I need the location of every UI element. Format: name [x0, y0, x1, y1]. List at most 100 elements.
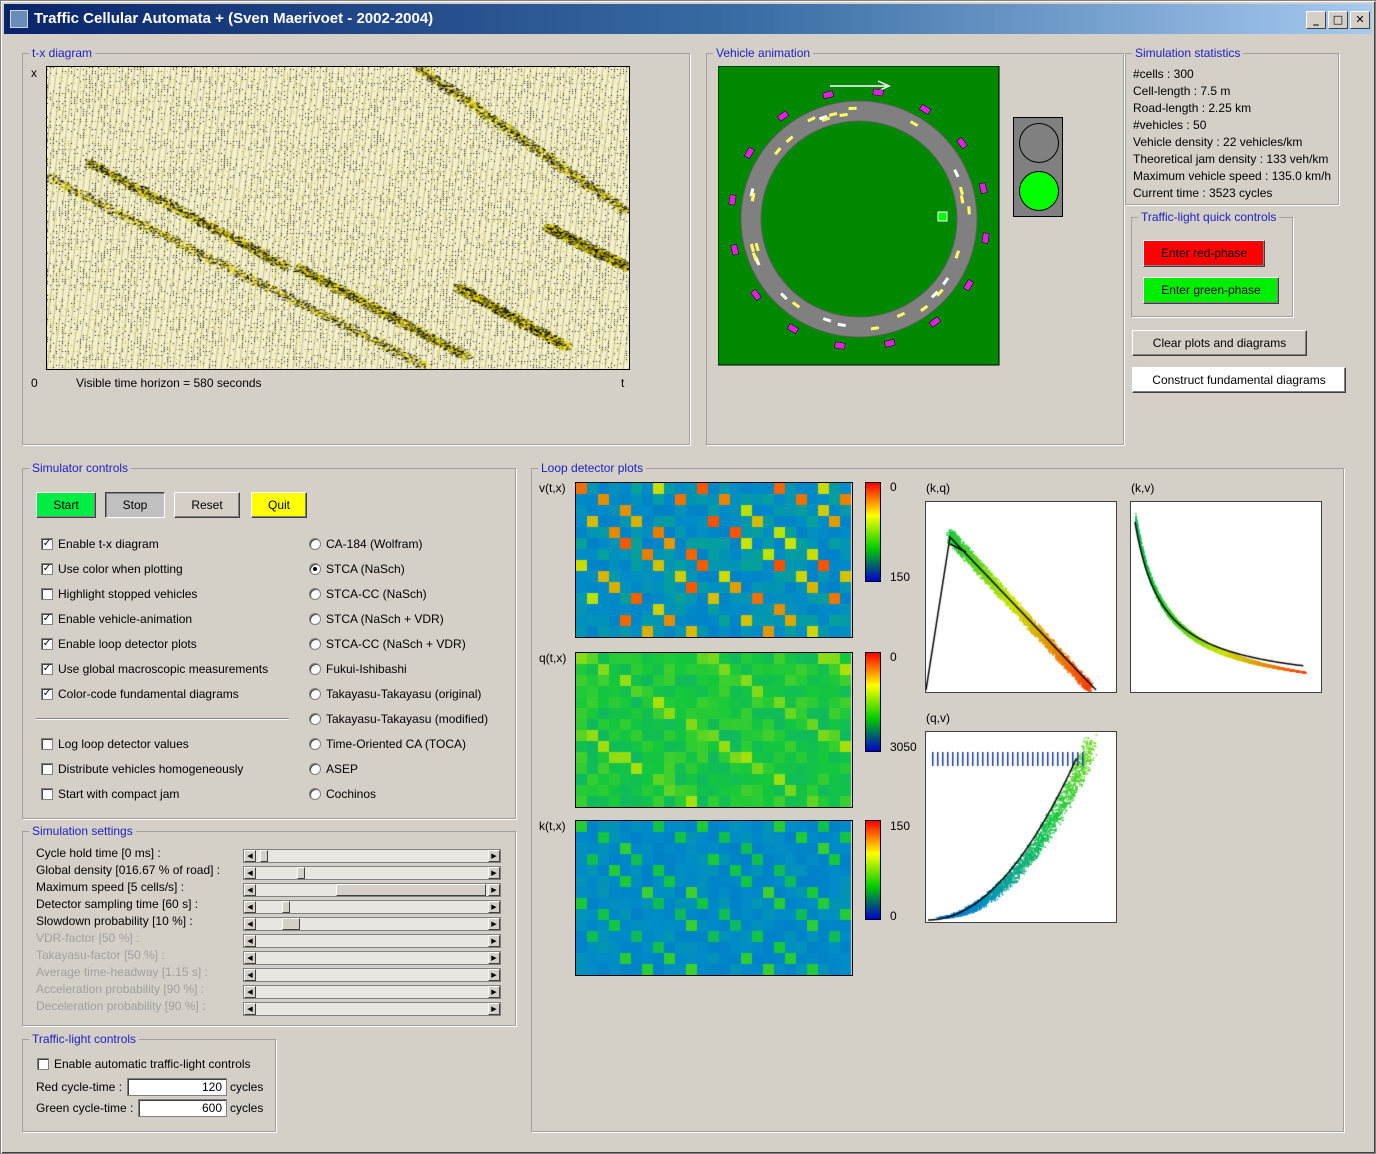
option-checkbox[interactable] — [41, 588, 53, 600]
quit-button[interactable]: Quit — [251, 492, 307, 518]
kv-plot-label: (k,v) — [1131, 481, 1155, 495]
clear-plots-button[interactable]: Clear plots and diagrams — [1132, 330, 1307, 356]
option-checkbox[interactable]: ✓ — [41, 563, 53, 575]
slider-right-arrow-icon[interactable]: ▶ — [488, 918, 500, 930]
title-bar[interactable]: Traffic Cellular Automata + (Sven Maeriv… — [4, 4, 1372, 34]
setting-slider[interactable]: ◀ ▶ — [243, 951, 501, 965]
option-label: Use color when plotting — [58, 562, 183, 576]
enter-red-phase-button[interactable]: Enter red-phase — [1143, 240, 1265, 267]
slider-left-arrow-icon[interactable]: ◀ — [244, 901, 256, 913]
option-checkbox[interactable]: ✓ — [41, 663, 53, 675]
model-radio[interactable] — [309, 538, 321, 550]
separator — [36, 718, 289, 720]
model-radio[interactable] — [309, 763, 321, 775]
slider-right-arrow-icon[interactable]: ▶ — [488, 952, 500, 964]
model-label: STCA (NaSch + VDR) — [326, 612, 444, 626]
slider-left-arrow-icon[interactable]: ◀ — [244, 884, 256, 896]
option-checkbox[interactable] — [41, 788, 53, 800]
qv-fundamental-diagram — [925, 731, 1117, 923]
close-button[interactable]: ✕ — [1350, 11, 1370, 29]
t-axis-label: t — [621, 376, 625, 390]
slider-right-arrow-icon[interactable]: ▶ — [488, 969, 500, 981]
q-plot-label: q(t,x) — [539, 651, 567, 665]
slider-left-arrow-icon[interactable]: ◀ — [244, 918, 256, 930]
model-radio[interactable] — [309, 688, 321, 700]
slider-thumb[interactable] — [282, 901, 290, 913]
model-radio[interactable] — [309, 613, 321, 625]
model-radio[interactable] — [309, 638, 321, 650]
option-checkbox[interactable]: ✓ — [41, 688, 53, 700]
option-checkbox[interactable] — [41, 763, 53, 775]
slider-left-arrow-icon[interactable]: ◀ — [244, 952, 256, 964]
slider-thumb[interactable] — [297, 867, 305, 879]
red-cycle-input[interactable]: 120 — [127, 1078, 227, 1096]
model-radio[interactable] — [309, 663, 321, 675]
model-radio[interactable] — [309, 713, 321, 725]
setting-slider[interactable]: ◀ ▶ — [243, 1002, 501, 1016]
slider-left-arrow-icon[interactable]: ◀ — [244, 986, 256, 998]
slider-left-arrow-icon[interactable]: ◀ — [244, 935, 256, 947]
slider-right-arrow-icon[interactable]: ▶ — [488, 884, 500, 896]
model-label: STCA-CC (NaSch) — [326, 587, 427, 601]
setting-slider[interactable]: ◀ ▶ — [243, 866, 501, 880]
quick-controls-legend: Traffic-light quick controls — [1138, 210, 1280, 224]
slider-thumb[interactable] — [260, 850, 268, 862]
model-radio[interactable] — [309, 738, 321, 750]
stop-button[interactable]: Stop — [105, 492, 165, 518]
setting-slider[interactable]: ◀ ▶ — [243, 934, 501, 948]
slider-thumb[interactable] — [336, 884, 486, 896]
q-colorbar-top: 0 — [890, 650, 897, 664]
model-radio[interactable] — [309, 788, 321, 800]
red-cycle-unit: cycles — [230, 1080, 264, 1094]
slider-right-arrow-icon[interactable]: ▶ — [488, 1003, 500, 1015]
application-window: Traffic Cellular Automata + (Sven Maeriv… — [0, 0, 1376, 1154]
reset-button[interactable]: Reset — [174, 492, 240, 518]
option-label: Log loop detector values — [58, 737, 189, 751]
setting-slider[interactable]: ◀ ▶ — [243, 968, 501, 982]
minimize-button[interactable]: _ — [1306, 11, 1326, 29]
slider-right-arrow-icon[interactable]: ▶ — [488, 850, 500, 862]
setting-slider[interactable]: ◀ ▶ — [243, 917, 501, 931]
option-label: Highlight stopped vehicles — [58, 587, 198, 601]
v-colorbar-bottom: 150 — [890, 570, 911, 584]
enter-green-phase-button[interactable]: Enter green-phase — [1143, 277, 1279, 304]
setting-slider[interactable]: ◀ ▶ — [243, 849, 501, 863]
model-label: Takayasu-Takayasu (original) — [326, 687, 482, 701]
option-checkbox[interactable]: ✓ — [41, 538, 53, 550]
maximize-button[interactable]: □ — [1328, 11, 1348, 29]
app-icon — [10, 10, 28, 28]
slider-right-arrow-icon[interactable]: ▶ — [488, 935, 500, 947]
simulation-settings-legend: Simulation settings — [29, 824, 136, 838]
enable-auto-traffic-light-checkbox[interactable] — [37, 1058, 49, 1070]
option-checkbox[interactable] — [41, 738, 53, 750]
slider-right-arrow-icon[interactable]: ▶ — [488, 867, 500, 879]
construct-fundamental-diagrams-button[interactable]: Construct fundamental diagrams — [1132, 367, 1346, 393]
setting-label: Deceleration probability [90 %] : — [36, 999, 206, 1013]
enable-auto-traffic-light-label: Enable automatic traffic-light controls — [54, 1057, 251, 1071]
slider-left-arrow-icon[interactable]: ◀ — [244, 850, 256, 862]
setting-slider[interactable]: ◀ ▶ — [243, 883, 501, 897]
option-label: Color-code fundamental diagrams — [58, 687, 239, 701]
option-checkbox[interactable]: ✓ — [41, 613, 53, 625]
slider-thumb[interactable] — [282, 918, 300, 930]
option-checkbox[interactable]: ✓ — [41, 638, 53, 650]
setting-slider[interactable]: ◀ ▶ — [243, 985, 501, 999]
option-label: Enable vehicle-animation — [58, 612, 193, 626]
start-button[interactable]: Start — [36, 492, 96, 518]
tx-diagram-canvas — [46, 66, 630, 370]
setting-label: Cycle hold time [0 ms] : — [36, 846, 161, 860]
simulation-statistics-legend: Simulation statistics — [1132, 46, 1244, 60]
green-cycle-input[interactable]: 600 — [138, 1099, 227, 1117]
model-radio[interactable] — [309, 563, 321, 575]
setting-label: Maximum speed [5 cells/s] : — [36, 880, 185, 894]
setting-label: Detector sampling time [60 s] : — [36, 897, 199, 911]
slider-left-arrow-icon[interactable]: ◀ — [244, 1003, 256, 1015]
tx-diagram-legend: t-x diagram — [29, 46, 96, 60]
slider-right-arrow-icon[interactable]: ▶ — [488, 901, 500, 913]
slider-right-arrow-icon[interactable]: ▶ — [488, 986, 500, 998]
model-radio[interactable] — [309, 588, 321, 600]
setting-slider[interactable]: ◀ ▶ — [243, 900, 501, 914]
slider-left-arrow-icon[interactable]: ◀ — [244, 867, 256, 879]
setting-label: Takayasu-factor [50 %] : — [36, 948, 165, 962]
slider-left-arrow-icon[interactable]: ◀ — [244, 969, 256, 981]
